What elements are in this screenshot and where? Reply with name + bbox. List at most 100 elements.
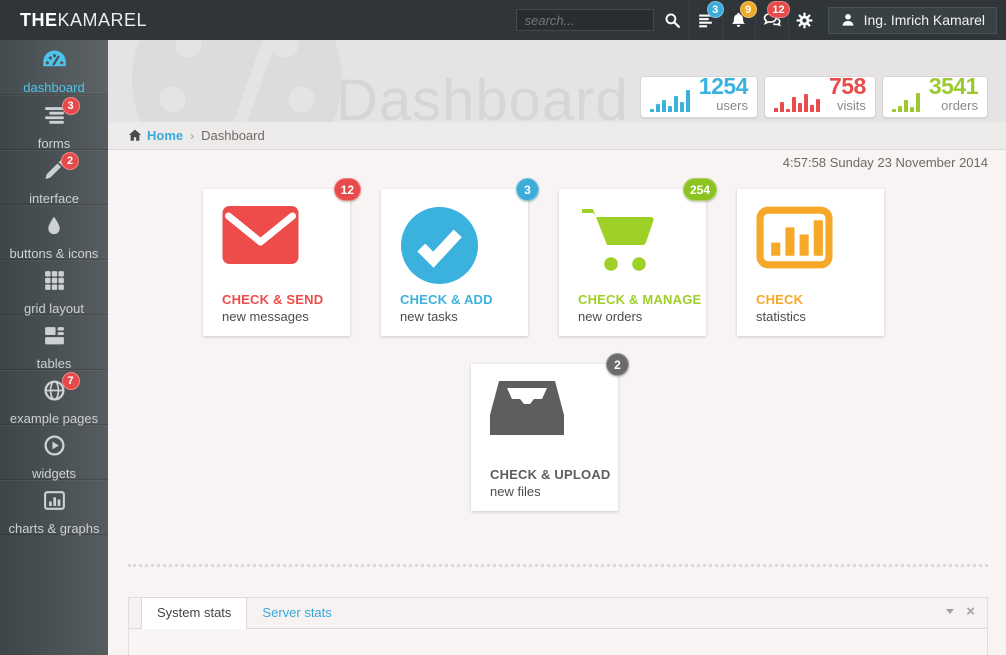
breadcrumb-current: Dashboard (201, 128, 265, 143)
sidebar-item-label: charts & graphs (0, 521, 108, 536)
users-mini-bar-chart (650, 86, 690, 112)
stats-panel: System stats Server stats × (128, 597, 988, 655)
sidebar-item-charts-graphs[interactable]: charts & graphs (0, 480, 108, 535)
home-icon (128, 129, 142, 142)
page-title-watermark: Dashboard (336, 67, 629, 122)
sidebar-item-forms[interactable]: 3 forms (0, 95, 108, 150)
droplet-icon (43, 213, 65, 240)
sidebar-item-grid-layout[interactable]: grid layout (0, 260, 108, 315)
card-title: CHECK & SEND (222, 292, 340, 307)
settings-button[interactable] (788, 0, 821, 40)
chat-count-badge: 12 (767, 1, 789, 18)
users-stat-box[interactable]: 1254 users (640, 76, 758, 118)
gauge-watermark-icon (126, 40, 348, 122)
breadcrumb-home-link[interactable]: Home (128, 128, 183, 143)
stats-panel-tabs: System stats Server stats × (129, 598, 987, 629)
card-subtitle: new messages (222, 309, 340, 324)
notifications-button[interactable]: 9 (722, 0, 755, 40)
breadcrumb: Home › Dashboard (108, 122, 1006, 150)
sidebar-item-label: widgets (0, 466, 108, 481)
messages-count-badge: 3 (707, 1, 724, 18)
breadcrumb-home-label: Home (147, 128, 183, 143)
messages-card[interactable]: CHECK & SEND new messages 12 (203, 189, 350, 336)
example-pages-count-badge: 7 (62, 372, 80, 390)
shortcut-cards-row-2: CHECK & UPLOAD new files 2 (128, 364, 988, 511)
tasks-card-badge: 3 (516, 178, 539, 201)
sidebar-item-widgets[interactable]: widgets (0, 425, 108, 480)
statistics-card[interactable]: CHECK statistics (737, 189, 884, 336)
tasks-card[interactable]: CHECK & ADD new tasks 3 (381, 189, 528, 336)
sidebar-item-tables[interactable]: tables (0, 315, 108, 370)
sidebar-item-label: buttons & icons (0, 246, 108, 261)
play-circle-icon (42, 433, 67, 460)
table-blocks-icon (42, 323, 67, 350)
messages-menu-button[interactable]: 3 (689, 0, 722, 40)
grid-icon (42, 268, 67, 295)
visits-stat-box[interactable]: 758 visits (764, 76, 876, 118)
users-label: users (699, 99, 748, 112)
card-title: CHECK & MANAGE (578, 292, 696, 307)
gear-icon (795, 11, 814, 30)
close-panel-icon[interactable]: × (966, 604, 975, 619)
orders-card[interactable]: CHECK & MANAGE new orders 254 (559, 189, 706, 336)
user-menu[interactable]: Ing. Imrich Kamarel (828, 7, 997, 34)
user-name: Ing. Imrich Kamarel (864, 12, 985, 28)
sidebar-item-example-pages[interactable]: 7 example pages (0, 370, 108, 425)
form-lines-icon: 3 (42, 103, 67, 130)
card-title: CHECK & ADD (400, 292, 518, 307)
logo-bold-text: THE (20, 10, 58, 30)
sidebar-item-buttons-icons[interactable]: buttons & icons (0, 205, 108, 260)
upload-card[interactable]: CHECK & UPLOAD new files 2 (471, 364, 618, 511)
tab-system-stats[interactable]: System stats (141, 597, 247, 629)
inbox-tray-icon (490, 381, 608, 467)
visits-label: visits (829, 99, 866, 112)
upload-card-badge: 2 (606, 353, 629, 376)
globe-icon: 7 (42, 378, 67, 405)
panel-tools: × (946, 604, 975, 628)
header-stats: 1254 users 758 visits 3541 orders (640, 76, 988, 118)
sidebar-item-label: forms (0, 136, 108, 151)
dashboard-content: 4:57:58 Sunday 23 November 2014 CHECK & … (108, 155, 1006, 655)
chat-button[interactable]: 12 (755, 0, 788, 40)
user-icon (840, 12, 856, 28)
shortcut-cards-row: CHECK & SEND new messages 12 CHECK & ADD… (128, 189, 988, 336)
breadcrumb-separator: › (190, 129, 194, 143)
sidebar-item-label: tables (0, 356, 108, 371)
sidebar-item-label: interface (0, 191, 108, 206)
search-button[interactable] (656, 0, 689, 40)
orders-stat-box[interactable]: 3541 orders (882, 76, 988, 118)
topbar: THEKAMAREL 3 9 12 (0, 0, 1006, 40)
gauge-icon (41, 47, 68, 74)
orders-mini-bar-chart (892, 86, 920, 112)
clock-datetime: 4:57:58 Sunday 23 November 2014 (128, 155, 988, 170)
tab-server-stats[interactable]: Server stats (247, 598, 346, 628)
main-content: Dashboard 1254 users 758 visits 3541 (108, 40, 1006, 655)
statistics-chart-icon (756, 206, 874, 292)
card-subtitle: statistics (756, 309, 874, 324)
card-subtitle: new orders (578, 309, 696, 324)
orders-card-badge: 254 (683, 178, 717, 201)
check-circle-icon (400, 206, 518, 292)
pencil-icon: 2 (42, 158, 66, 185)
app-logo[interactable]: THEKAMAREL (0, 10, 147, 31)
orders-count: 3541 (929, 75, 978, 98)
users-count: 1254 (699, 75, 748, 98)
search-input[interactable] (516, 9, 654, 31)
orders-label: orders (929, 99, 978, 112)
visits-mini-bar-chart (774, 86, 820, 112)
forms-count-badge: 3 (62, 97, 80, 115)
card-title: CHECK (756, 292, 874, 307)
logo-light-text: KAMAREL (58, 10, 148, 30)
stats-panel-content (129, 629, 987, 655)
shopping-cart-icon (578, 206, 696, 292)
card-subtitle: new files (490, 484, 608, 499)
card-title: CHECK & UPLOAD (490, 467, 608, 482)
sidebar-item-interface[interactable]: 2 interface (0, 150, 108, 205)
collapse-panel-icon[interactable] (946, 609, 954, 614)
notifications-count-badge: 9 (740, 1, 757, 18)
sidebar-item-label: dashboard (0, 80, 108, 95)
interface-count-badge: 2 (61, 152, 79, 170)
topbar-actions: 3 9 12 Ing. Imrich Kamarel (516, 0, 1006, 40)
sidebar-item-dashboard[interactable]: dashboard (0, 40, 108, 95)
sidebar-nav: dashboard 3 forms 2 interface buttons & … (0, 40, 108, 655)
